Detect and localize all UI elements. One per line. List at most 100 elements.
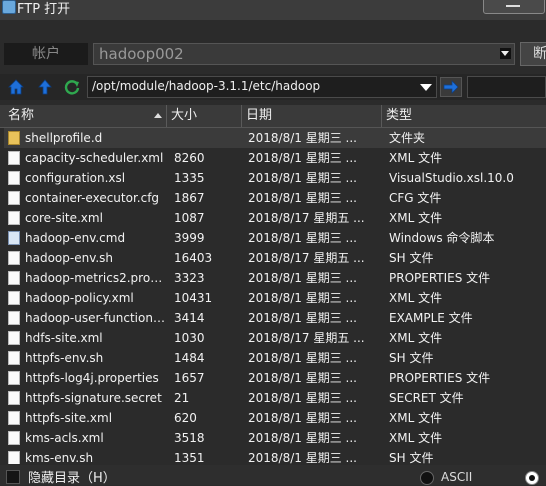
ascii-radio[interactable] <box>420 471 434 485</box>
file-icon <box>8 171 20 185</box>
file-type: VisualStudio.xsl.10.0 <box>389 171 514 185</box>
hide-directory-label: 隐藏目录（H） <box>28 471 116 486</box>
file-row[interactable]: capacity-scheduler.xml 8260 2018/8/1 星期三 .… <box>4 148 546 168</box>
file-icon <box>8 391 20 405</box>
ascii-label: ASCII <box>441 470 473 484</box>
file-icon <box>8 291 20 305</box>
close-button[interactable] <box>483 0 545 14</box>
file-row[interactable]: hadoop-env.cmd 3999 2018/8/1 星期三 ... Window… <box>4 228 546 248</box>
file-row[interactable]: hadoop-metrics2.prop... 3323 2018/8/1 星期三 … <box>4 268 546 288</box>
file-type: Windows 命令脚本 <box>389 231 495 245</box>
file-type: XML 文件 <box>389 431 443 445</box>
file-date: 2018/8/1 星期三 ... <box>248 191 357 205</box>
file-list[interactable]: shellprofile.d 2018/8/1 星期三 ... 文件夹 capacit… <box>4 128 546 464</box>
file-row[interactable]: core-site.xml 1087 2018/8/17 星期五 ... XML 文件 <box>4 208 546 228</box>
account-value: hadoop002 <box>99 45 184 63</box>
binary-radio[interactable] <box>525 471 539 485</box>
column-header-date[interactable]: 日期 <box>242 105 382 127</box>
file-date: 2018/8/1 星期三 ... <box>248 151 357 165</box>
file-row[interactable]: shellprofile.d 2018/8/1 星期三 ... 文件夹 <box>4 128 546 148</box>
file-name: container-executor.cfg <box>25 191 160 205</box>
file-date: 2018/8/1 星期三 ... <box>248 351 357 365</box>
file-size: 3518 <box>174 431 205 445</box>
column-header-size[interactable]: 大小 <box>167 105 242 127</box>
file-name: core-site.xml <box>25 211 103 225</box>
file-row[interactable]: hadoop-user-functions... 3414 2018/8/1 星期三… <box>4 308 546 328</box>
file-row[interactable]: hadoop-policy.xml 10431 2018/8/1 星期三 ... XM… <box>4 288 546 308</box>
file-size: 21 <box>174 391 190 405</box>
file-type: XML 文件 <box>389 411 443 425</box>
file-type: SH 文件 <box>389 351 434 365</box>
file-type: XML 文件 <box>389 211 443 225</box>
file-size: 3414 <box>174 311 205 325</box>
file-date: 2018/8/1 星期三 ... <box>248 231 357 245</box>
account-select[interactable]: hadoop002 <box>93 43 515 65</box>
file-row[interactable]: container-executor.cfg 1867 2018/8/1 星期三 .… <box>4 188 546 208</box>
file-name: httpfs-signature.secret <box>25 391 162 405</box>
file-size: 16403 <box>174 251 213 265</box>
column-name-label: 名称 <box>8 108 35 123</box>
file-row[interactable]: httpfs-log4j.properties 1657 2018/8/1 星期三 … <box>4 368 546 388</box>
file-date: 2018/8/1 星期三 ... <box>248 391 357 405</box>
file-row[interactable]: hdfs-site.xml 1030 2018/8/17 星期五 ... XML 文件 <box>4 328 546 348</box>
file-icon <box>8 271 20 285</box>
file-name: kms-env.sh <box>25 451 94 464</box>
file-date: 2018/8/1 星期三 ... <box>248 371 357 385</box>
path-input[interactable]: /opt/module/hadoop-3.1.1/etc/hadoop <box>87 76 437 98</box>
arrow-right-icon <box>443 80 459 94</box>
chevron-down-icon[interactable] <box>500 48 511 59</box>
file-type: EXAMPLE 文件 <box>389 311 473 325</box>
file-date: 2018/8/1 星期三 ... <box>248 451 357 464</box>
file-row[interactable]: httpfs-signature.secret 21 2018/8/1 星期三 ..… <box>4 388 546 408</box>
file-date: 2018/8/1 星期三 ... <box>248 431 357 445</box>
file-type: PROPERTIES 文件 <box>389 271 491 285</box>
file-row[interactable]: hadoop-env.sh 16403 2018/8/17 星期五 ... SH 文件 <box>4 248 546 268</box>
file-icon <box>8 351 20 365</box>
file-size: 1351 <box>174 451 205 464</box>
file-size <box>174 128 244 148</box>
file-icon <box>8 191 20 205</box>
file-icon <box>8 431 20 445</box>
file-date: 2018/8/17 星期五 ... <box>248 211 365 225</box>
file-row[interactable]: configuration.xsl 1335 2018/8/1 星期三 ... Vis… <box>4 168 546 188</box>
file-date: 2018/8/17 星期五 ... <box>248 331 365 345</box>
file-size: 620 <box>174 411 197 425</box>
file-date: 2018/8/17 星期五 ... <box>248 251 365 265</box>
hide-directory-checkbox[interactable] <box>6 470 20 484</box>
app-icon <box>2 0 16 14</box>
refresh-icon <box>64 80 80 95</box>
file-type: 文件夹 <box>389 131 426 145</box>
file-size: 3323 <box>174 271 205 285</box>
file-type: XML 文件 <box>389 291 443 305</box>
go-button[interactable] <box>440 77 462 97</box>
cmd-icon <box>8 231 20 245</box>
chevron-down-icon[interactable] <box>420 81 432 93</box>
footer-bar: 隐藏目录（H） ASCII <box>0 465 546 486</box>
account-row: 帐户 hadoop002 断 <box>0 36 546 68</box>
file-type: PROPERTIES 文件 <box>389 371 491 385</box>
file-size: 1087 <box>174 211 205 225</box>
file-type: CFG 文件 <box>389 191 442 205</box>
file-type: SH 文件 <box>389 251 434 265</box>
local-path-input[interactable] <box>467 76 546 98</box>
file-size: 1335 <box>174 171 205 185</box>
file-row[interactable]: kms-env.sh 1351 2018/8/1 星期三 ... SH 文件 <box>4 448 546 464</box>
column-header-name[interactable]: 名称 <box>4 105 167 127</box>
file-row[interactable]: httpfs-env.sh 1484 2018/8/1 星期三 ... SH 文件 <box>4 348 546 368</box>
home-icon <box>8 79 24 95</box>
home-button[interactable] <box>6 77 26 97</box>
up-button[interactable] <box>35 77 55 97</box>
file-date: 2018/8/1 星期三 ... <box>248 291 357 305</box>
file-date: 2018/8/1 星期三 ... <box>248 411 357 425</box>
file-size: 1484 <box>174 351 205 365</box>
column-header-type[interactable]: 类型 <box>382 105 546 127</box>
refresh-button[interactable] <box>62 77 82 97</box>
disconnect-label: 断 <box>533 46 546 62</box>
file-size: 1030 <box>174 331 205 345</box>
disconnect-button[interactable]: 断 <box>520 42 546 66</box>
file-row[interactable]: kms-acls.xml 3518 2018/8/1 星期三 ... XML 文件 <box>4 428 546 448</box>
file-row[interactable]: httpfs-site.xml 620 2018/8/1 星期三 ... XML 文件 <box>4 408 546 428</box>
folder-icon <box>8 131 20 145</box>
file-icon <box>8 411 20 425</box>
file-name: hadoop-user-functions... <box>25 311 169 325</box>
